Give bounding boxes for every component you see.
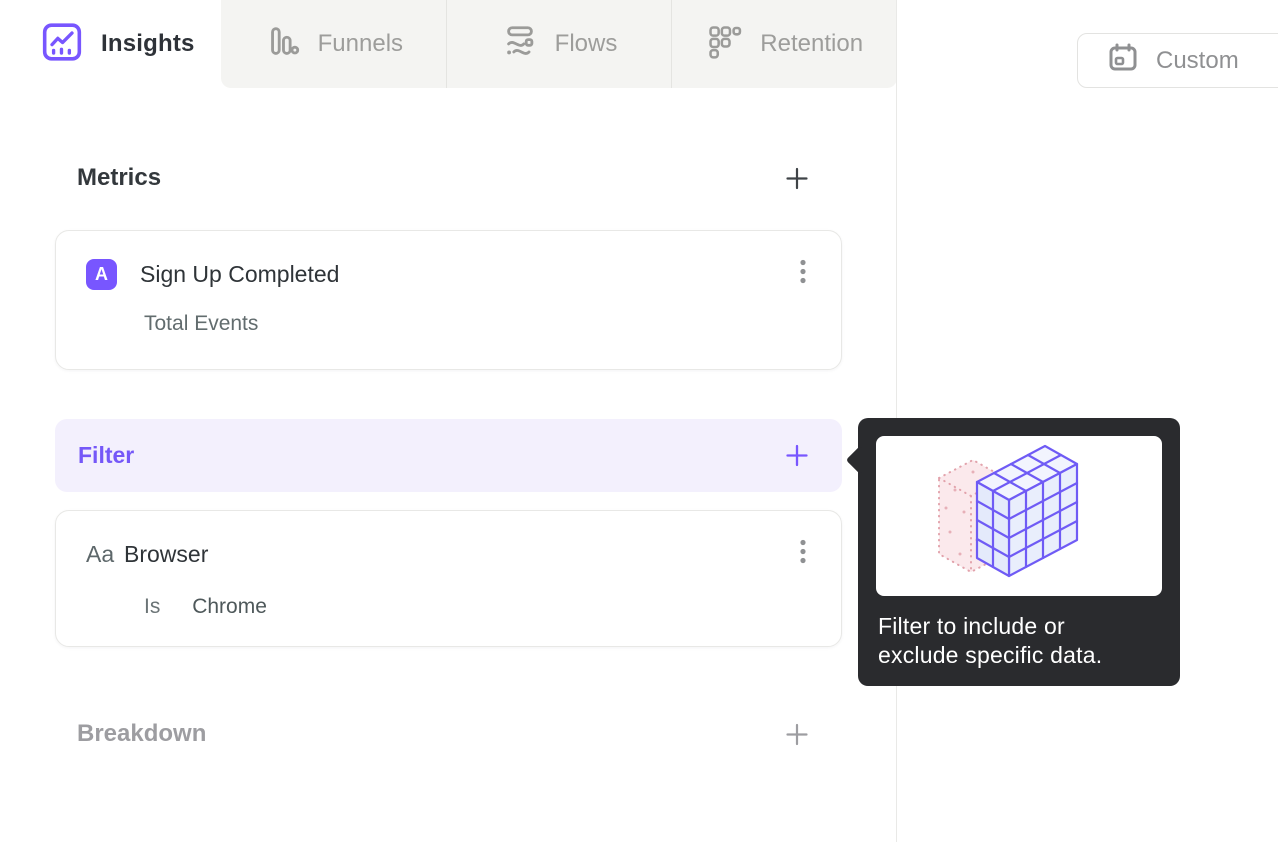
metric-aggregation[interactable]: Total Events: [86, 312, 811, 336]
filter-operator[interactable]: Is: [144, 595, 160, 618]
date-range-custom-button[interactable]: Custom: [1077, 33, 1278, 88]
metrics-section-header: Metrics: [55, 156, 842, 200]
kebab-icon: [800, 259, 806, 284]
filter-value[interactable]: Chrome: [192, 595, 267, 618]
tooltip-text: Filter to include or exclude specific da…: [878, 613, 1103, 668]
tab-retention-label: Retention: [760, 30, 864, 57]
metric-letter-badge: A: [86, 259, 117, 290]
metric-title: Sign Up Completed: [140, 261, 340, 287]
inactive-tabs-group: Funnels Flows Retention: [221, 0, 897, 88]
filter-section-header: Filter: [55, 419, 842, 492]
metric-card[interactable]: A Sign Up Completed Total Events: [55, 230, 842, 370]
filter-heading: Filter: [78, 442, 135, 468]
tooltip-arrow: [845, 445, 875, 475]
flows-icon: [501, 23, 539, 66]
breakdown-heading: Breakdown: [77, 720, 207, 747]
plus-icon: [786, 444, 808, 467]
retention-dots-icon: [706, 23, 744, 66]
tab-flows-label: Flows: [554, 30, 618, 57]
filter-kebab-menu-button[interactable]: [795, 536, 811, 573]
report-type-tabbar: Insights Funnels Flows Retention: [0, 0, 897, 88]
filter-card[interactable]: Aa Browser Is Chrome: [55, 510, 842, 647]
tab-flows[interactable]: Flows: [445, 0, 672, 88]
add-breakdown-button[interactable]: [784, 721, 810, 747]
add-filter-button[interactable]: [784, 443, 810, 469]
string-property-icon: Aa: [86, 541, 115, 567]
kebab-icon: [800, 539, 806, 564]
tab-funnels-label: Funnels: [317, 30, 404, 57]
tab-insights[interactable]: Insights: [0, 0, 221, 88]
insights-chart-icon: [40, 21, 84, 68]
filter-cube-illustration: [876, 436, 1162, 596]
tab-funnels[interactable]: Funnels: [221, 0, 446, 88]
tab-insights-label: Insights: [101, 30, 195, 57]
tab-retention[interactable]: Retention: [671, 0, 897, 88]
breakdown-section-header: Breakdown: [55, 712, 842, 756]
filter-property-title: Browser: [124, 541, 209, 567]
add-metric-button[interactable]: [784, 165, 810, 191]
metrics-heading: Metrics: [77, 164, 162, 191]
custom-button-label: Custom: [1156, 46, 1239, 74]
calendar-icon: [1106, 41, 1140, 80]
plus-icon: [786, 167, 808, 189]
plus-icon: [786, 723, 808, 745]
funnel-bars-icon: [264, 23, 302, 66]
metric-kebab-menu-button[interactable]: [795, 256, 811, 293]
filter-tooltip: Filter to include or exclude specific da…: [845, 418, 1180, 686]
